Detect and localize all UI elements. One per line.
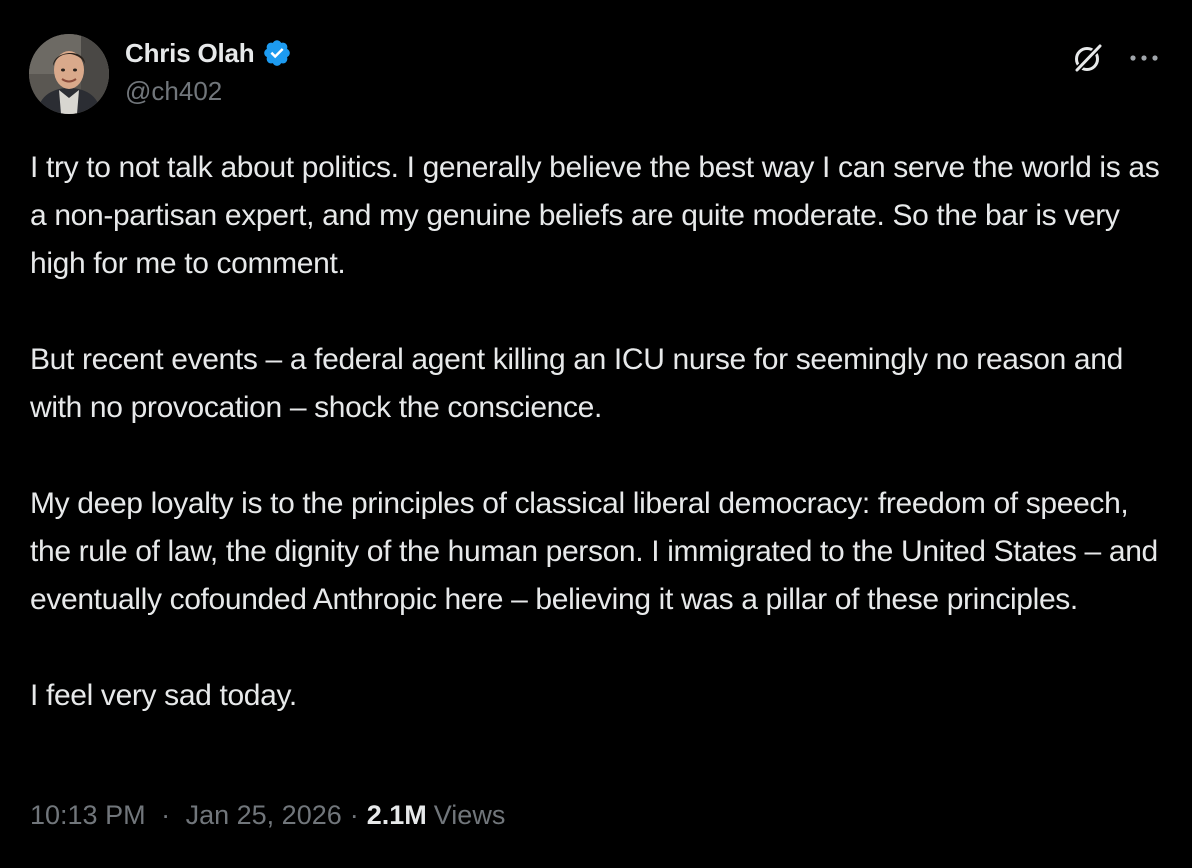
tweet-time: 10:13 PM xyxy=(30,800,146,830)
verified-badge-icon[interactable] xyxy=(262,38,292,68)
author-name[interactable]: Chris Olah xyxy=(125,38,255,69)
tweet-timestamp[interactable]: 10:13 PM · Jan 25, 2026 xyxy=(30,800,342,831)
tweet-paragraph: My deep loyalty is to the principles of … xyxy=(30,487,1158,616)
author-block: Chris Olah @ch402 xyxy=(125,36,292,107)
name-row: Chris Olah xyxy=(125,36,292,70)
more-options-button[interactable] xyxy=(1128,43,1160,73)
tweet-meta: 10:13 PM · Jan 25, 2026 · 2.1M Views xyxy=(30,800,505,831)
more-horizontal-icon xyxy=(1130,55,1158,61)
tweet-card: Chris Olah @ch402 I try to not talk abou… xyxy=(0,0,1192,868)
tweet-paragraph: I feel very sad today. xyxy=(30,679,297,712)
tweet-paragraph: But recent events – a federal agent kill… xyxy=(30,343,1123,424)
grok-icon xyxy=(1074,43,1103,73)
grok-button[interactable] xyxy=(1070,40,1106,76)
profile-photo-icon xyxy=(29,34,109,114)
tweet-text: I try to not talk about politics. I gene… xyxy=(30,144,1165,720)
author-handle[interactable]: @ch402 xyxy=(125,76,292,107)
meta-separator: · xyxy=(161,800,171,830)
avatar[interactable] xyxy=(29,34,109,114)
views-label: Views xyxy=(433,800,506,830)
views-count: 2.1M xyxy=(366,800,427,830)
tweet-paragraph: I try to not talk about politics. I gene… xyxy=(30,151,1160,280)
tweet-actions xyxy=(1070,40,1160,76)
meta-separator: · xyxy=(349,800,359,830)
views-link[interactable]: 2.1M Views xyxy=(367,800,506,831)
tweet-date: Jan 25, 2026 xyxy=(185,800,342,830)
